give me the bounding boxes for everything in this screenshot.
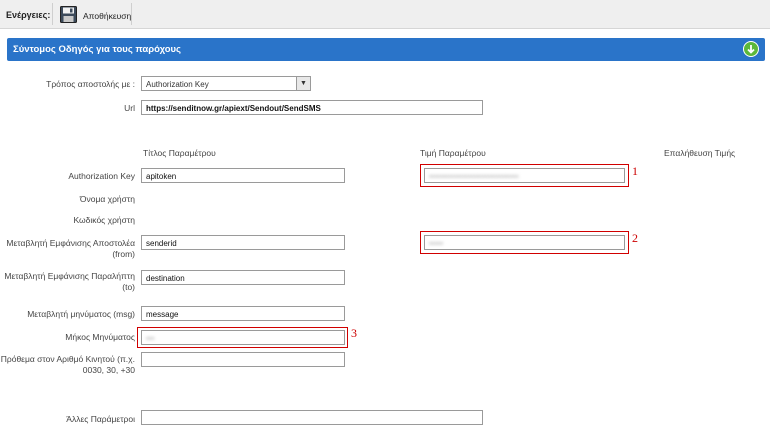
save-button[interactable]: Αποθήκευση [57, 4, 132, 25]
sender-label: Μεταβλητή Εμφάνισης Αποστολέα (from) [6, 238, 135, 259]
annotation-number: 3 [351, 326, 357, 340]
column-confirm-header: Επαλήθευση Τιμής [664, 148, 736, 158]
toolbar-divider [52, 3, 53, 25]
send-method-label: Τρόπος αποστολής με : [46, 79, 135, 89]
highlight-box [420, 164, 629, 187]
annotation-number: 1 [632, 164, 638, 178]
save-button-label: Αποθήκευση [83, 11, 132, 21]
highlight-box [420, 231, 629, 254]
password-label: Κωδικός χρήστη [73, 215, 135, 225]
annotation-number: 2 [632, 231, 638, 245]
chevron-down-icon[interactable]: ▼ [296, 77, 310, 90]
auth-key-title-input[interactable]: apitoken [141, 168, 345, 183]
send-method-value: Authorization Key [146, 80, 209, 89]
other-params-label: Άλλες Παράμετροι [66, 414, 135, 424]
toolbar-divider [131, 3, 132, 25]
highlight-box [137, 327, 348, 348]
length-label: Μήκος Μηνύματος [65, 332, 135, 342]
prefix-input[interactable] [141, 352, 345, 367]
url-input[interactable]: https://senditnow.gr/apiext/Sendout/Send… [141, 100, 483, 115]
floppy-disk-icon [60, 6, 77, 25]
toolbar: Ενέργειες: Αποθήκευση [0, 0, 770, 29]
banner-title: Σύντομος Οδηγός για τους παρόχους [13, 44, 181, 55]
sender-title-input[interactable]: senderid [141, 235, 345, 250]
guide-banner[interactable]: Σύντομος Οδηγός για τους παρόχους [7, 38, 765, 61]
recipient-label: Μεταβλητή Εμφάνισης Παραλήπτη (to) [4, 271, 135, 292]
send-method-select[interactable]: Authorization Key ▼ [141, 76, 311, 91]
prefix-label: Πρόθεμα στον Αριθμό Κινητού (π.χ. 0030, … [0, 354, 135, 375]
auth-key-label: Authorization Key [68, 171, 135, 181]
url-label: Url [124, 103, 135, 113]
recipient-title-input[interactable]: destination [141, 270, 345, 285]
other-params-input[interactable] [141, 410, 483, 425]
username-label: Όνομα χρήστη [79, 194, 135, 204]
download-arrow-icon[interactable] [743, 41, 759, 57]
column-title-header: Τίτλος Παραμέτρου [143, 148, 216, 158]
message-label: Μεταβλητή μηνύματος (msg) [27, 309, 135, 319]
column-value-header: Τιμή Παραμέτρου [420, 148, 486, 158]
toolbar-label: Ενέργειες: [6, 10, 51, 20]
message-title-input[interactable]: message [141, 306, 345, 321]
